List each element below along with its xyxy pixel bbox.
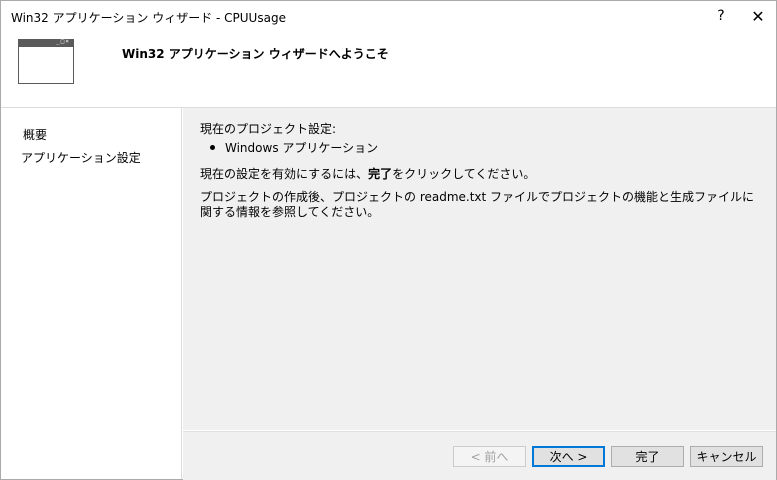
nav-item-application-settings[interactable]: アプリケーション設定 (21, 149, 141, 166)
readme-info-text: プロジェクトの作成後、プロジェクトの readme.txt ファイルでプロジェク… (200, 190, 755, 219)
settings-bullet-text: Windows アプリケーション (225, 141, 379, 155)
back-button[interactable]: < 前へ (453, 446, 526, 467)
settings-bullet-item: Windows アプリケーション (210, 139, 378, 156)
finish-instruction: 現在の設定を有効にするには、完了をクリックしてください。 (200, 165, 535, 182)
bullet-icon (210, 145, 215, 150)
title-bar: Win32 アプリケーション ウィザード - CPUUsage ? ✕ (1, 1, 776, 31)
content-panel: 現在のプロジェクト設定: Windows アプリケーション 現在の設定を有効にす… (183, 108, 776, 430)
help-button[interactable]: ? (703, 1, 739, 31)
window-icon: _□× (18, 38, 74, 84)
wizard-header: _□× Win32 アプリケーション ウィザードへようこそ (1, 31, 776, 108)
finish-button[interactable]: 完了 (611, 446, 684, 467)
window-icon-titlebar: _□× (19, 38, 73, 47)
instruction-prefix: 現在の設定を有効にするには、 (200, 167, 369, 181)
close-button[interactable]: ✕ (740, 1, 776, 31)
wizard-nav: 概要 アプリケーション設定 (1, 108, 182, 479)
window-title: Win32 アプリケーション ウィザード - CPUUsage (11, 11, 286, 25)
nav-item-overview[interactable]: 概要 (23, 126, 47, 143)
header-title: Win32 アプリケーション ウィザードへようこそ (122, 47, 389, 61)
instruction-suffix: をクリックしてください。 (392, 167, 536, 181)
cancel-button[interactable]: キャンセル (690, 446, 763, 467)
wizard-dialog: Win32 アプリケーション ウィザード - CPUUsage ? ✕ _□× … (0, 0, 777, 480)
button-bar: < 前へ 次へ > 完了 キャンセル (183, 431, 776, 480)
instruction-bold: 完了 (368, 167, 393, 181)
next-button[interactable]: 次へ > (532, 446, 605, 467)
current-settings-label: 現在のプロジェクト設定: (200, 122, 337, 136)
window-icon-controls: _□× (56, 38, 70, 45)
